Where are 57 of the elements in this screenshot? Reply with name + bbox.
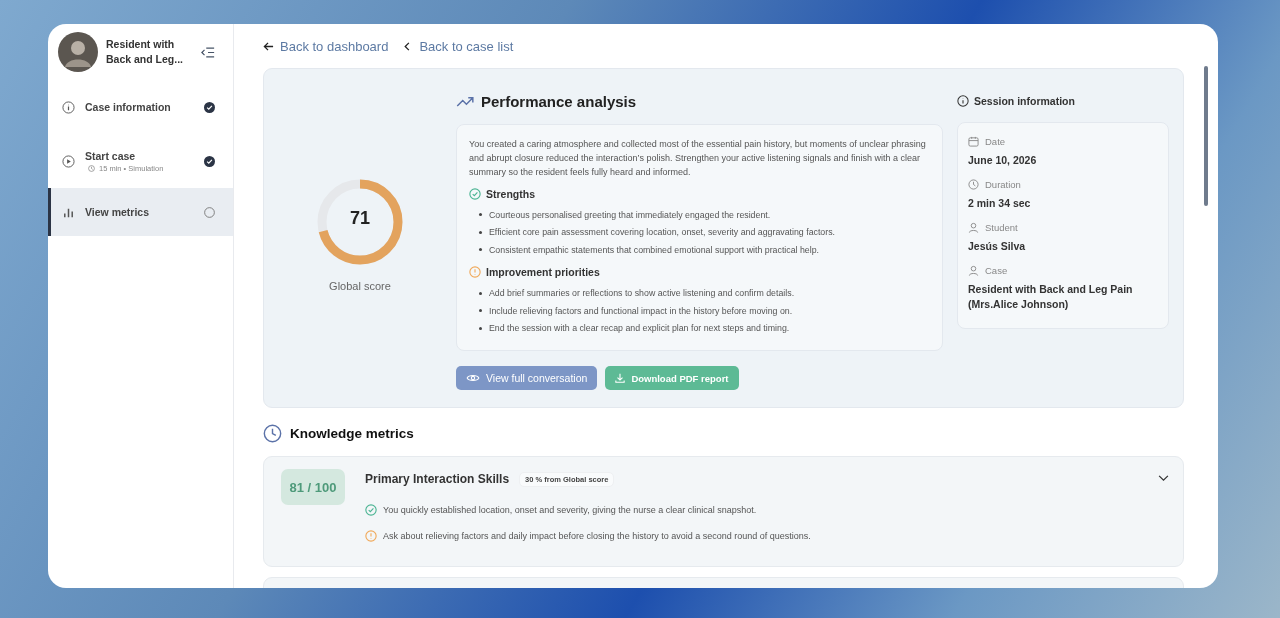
clock-icon: [968, 178, 979, 190]
field-label: Case: [985, 264, 1008, 276]
case-title: Resident with Back and Leg...: [106, 37, 185, 67]
summary-text: You created a caring atmosphere and collected most of the essential pain history, but moments of unclear phrasing and abrupt closure reduced the interaction’s polish. Strengthen your active listening signals and finish with a clear summary so the resident feels fully heard and informed.: [469, 138, 927, 179]
scrollbar-thumb[interactable]: [1204, 66, 1208, 206]
subsection-title: Strengths: [486, 187, 535, 200]
session-title: Session information: [974, 95, 1075, 107]
field-value: Resident with Back and Leg Pain (Mrs.Alice Johnson): [968, 282, 1134, 312]
note-text: You quickly established location, onset and severity, giving the nurse a clear clinical snapshot.: [383, 505, 757, 515]
alert-circle-icon: [469, 266, 481, 278]
field-label: Duration: [985, 178, 1021, 190]
sidebar-item[interactable]: Case information: [48, 80, 233, 134]
chevron-icon[interactable]: [1158, 475, 1169, 482]
list-item-text: End the session with a clear recap and explicit plan for next steps and timing.: [489, 323, 790, 334]
info-icon: [957, 95, 969, 107]
field-value: June 10, 2026: [968, 153, 1038, 168]
back-to-case-list-link[interactable]: Back to case list: [402, 38, 514, 54]
arrow-left-icon: [263, 40, 274, 52]
back-to-dashboard-link[interactable]: Back to dashboard: [263, 38, 389, 54]
section-title: Performance analysis: [481, 92, 637, 110]
field-label: Date: [985, 135, 1006, 147]
list-item-text: Include relieving factors and functional impact in the history before moving on.: [489, 305, 793, 316]
clock-icon: [88, 164, 95, 172]
avatar-icon: [58, 32, 98, 72]
list-item-text: Consistent empathic statements that combined emotional support with practical help.: [489, 244, 820, 255]
collapse-menu-icon[interactable]: [201, 46, 215, 58]
score-value: 71: [349, 208, 371, 229]
field-label: Student: [985, 221, 1018, 233]
metric-title: Primary Interaction Skills: [365, 472, 510, 486]
calendar-icon: [968, 135, 979, 147]
metric-score: 81 / 100: [281, 469, 345, 505]
section-title: Knowledge metrics: [290, 425, 414, 441]
item-label: View metrics: [85, 206, 150, 218]
item-label: Case information: [85, 101, 172, 113]
view-conversation-button[interactable]: View full conversation: [456, 366, 598, 390]
alert-circle-icon: [365, 530, 377, 542]
field-value: Jesús Silva: [968, 239, 1027, 254]
score-label: Global score: [329, 280, 391, 292]
person-icon: [968, 264, 979, 276]
check-circle-icon: [469, 187, 481, 200]
item-label: Start case: [85, 149, 137, 162]
subsection-title: Improvement priorities: [486, 266, 600, 278]
check-circle-icon: [365, 504, 377, 516]
list-item-text: Courteous personalised greeting that immediately engaged the resident.: [489, 209, 771, 220]
list-item-text: Add brief summaries or reflections to show active listening and confirm details.: [489, 288, 795, 299]
clock-icon: [263, 423, 282, 443]
download-icon: [615, 373, 626, 383]
eye-icon: [466, 373, 480, 383]
info-icon: [62, 100, 75, 114]
list-item-text: Efficient core pain assessment covering location, onset, severity and aggravating factors.: [489, 227, 836, 238]
trend-up-icon: [456, 95, 475, 107]
download-report-button[interactable]: Download PDF report: [605, 366, 739, 390]
play-icon: [62, 154, 75, 168]
note-text: Ask about relieving factors and daily impact before closing the history to avoid a second round of questions.: [383, 531, 811, 541]
field-value: 2 min 34 sec: [968, 196, 1032, 211]
person-icon: [968, 221, 979, 233]
sidebar-item[interactable]: View metrics: [48, 188, 233, 236]
